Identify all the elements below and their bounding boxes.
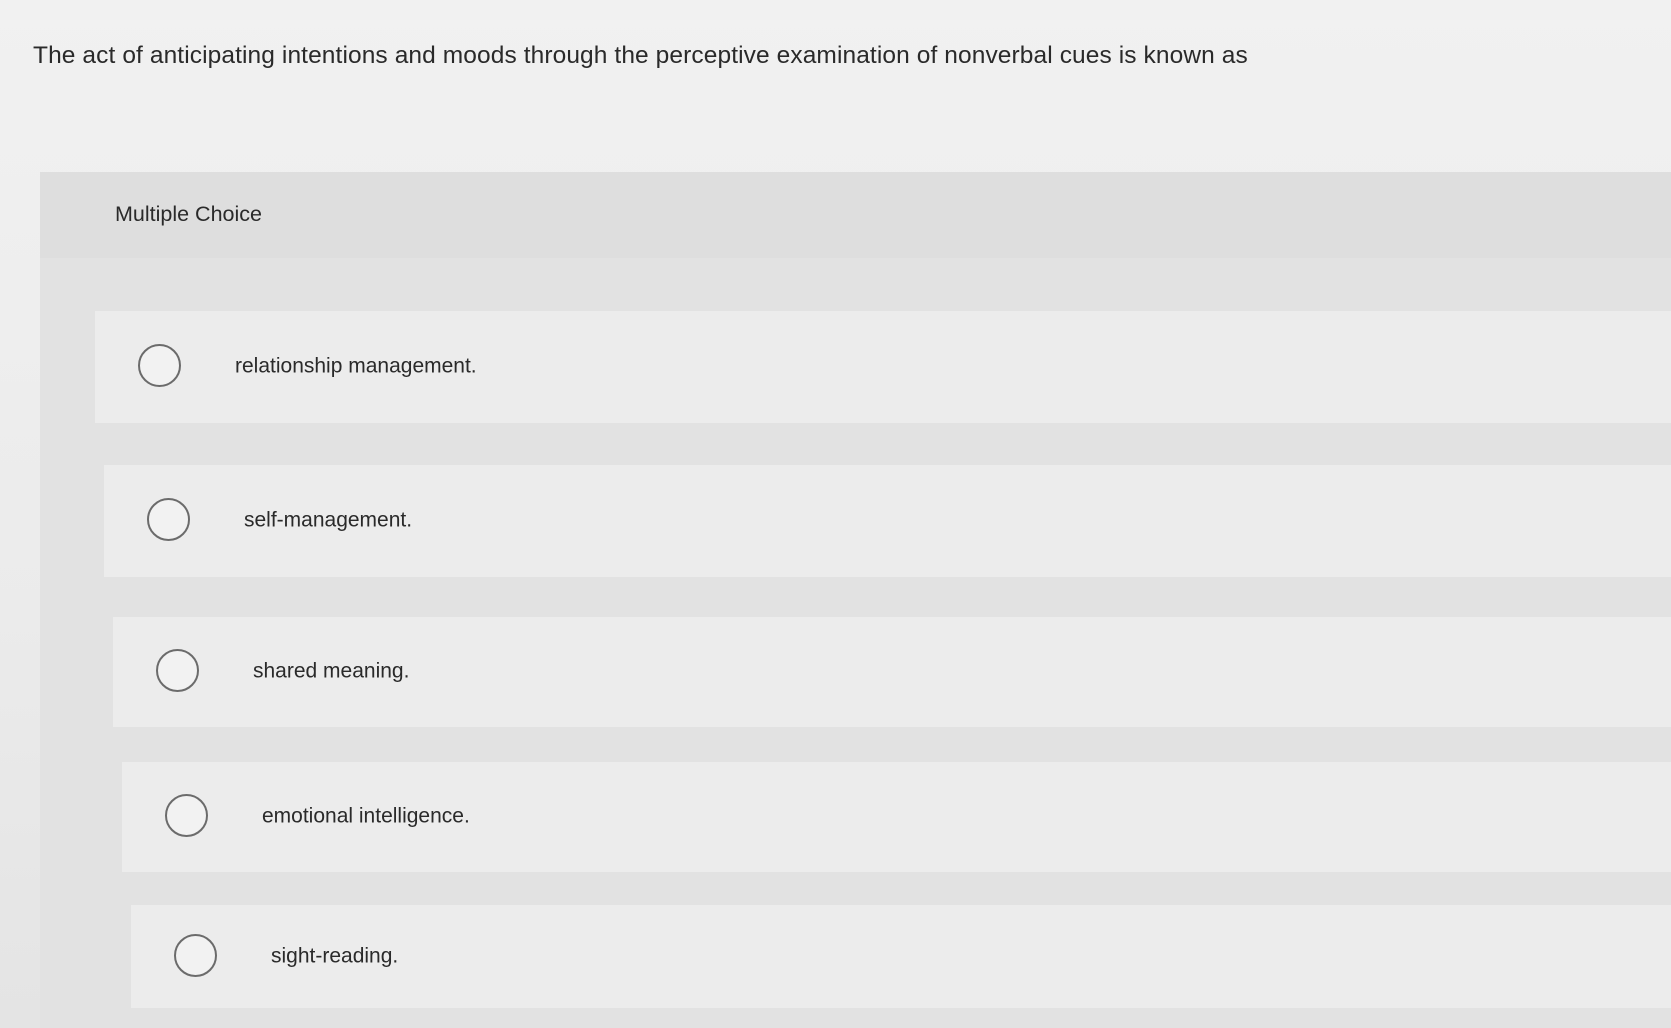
multiple-choice-header: Multiple Choice [40,172,1671,258]
question-text: The act of anticipating intentions and m… [33,42,1248,69]
radio-button[interactable] [147,498,190,541]
answer-option-label: emotional intelligence. [262,804,470,828]
answer-option-emotional-intelligence[interactable]: emotional intelligence. [122,762,1671,872]
answer-option-label: relationship management. [235,354,477,378]
answer-option-self-management[interactable]: self-management. [104,465,1671,577]
radio-button[interactable] [138,344,181,387]
answer-option-sight-reading[interactable]: sight-reading. [131,905,1671,1008]
radio-button[interactable] [165,794,208,837]
multiple-choice-panel: Multiple Choice [40,172,1671,1028]
multiple-choice-label: Multiple Choice [115,202,262,226]
radio-button[interactable] [156,649,199,692]
answer-option-label: self-management. [244,508,413,532]
answer-option-shared-meaning[interactable]: shared meaning. [113,617,1671,727]
radio-button[interactable] [174,933,217,977]
answer-option-label: shared meaning. [253,659,410,683]
answer-option-relationship-management[interactable]: relationship management. [95,311,1671,423]
answer-option-label: sight-reading. [271,944,399,968]
